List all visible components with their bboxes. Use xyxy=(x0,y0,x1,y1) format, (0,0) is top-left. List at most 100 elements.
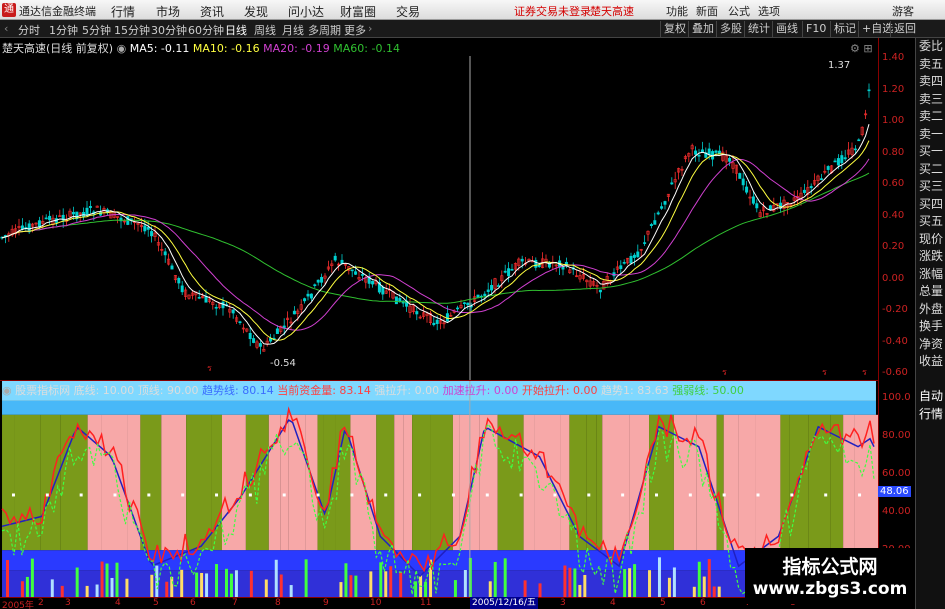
candle-body xyxy=(170,265,174,270)
btn-biaoji[interactable]: 标记 xyxy=(830,21,859,37)
midline-dot xyxy=(722,493,726,497)
signal-bar xyxy=(224,568,228,597)
period-weekly[interactable]: 周线 xyxy=(254,22,276,38)
midline-dot xyxy=(384,493,388,497)
side-item-4[interactable]: 卖二 xyxy=(916,108,945,126)
indicator-name[interactable]: 股票指标网 xyxy=(15,384,70,397)
signal-bar xyxy=(697,561,701,597)
signal-bar xyxy=(623,569,627,597)
zone-block xyxy=(305,414,318,551)
menu-xuanxiang[interactable]: 选项 xyxy=(758,3,780,19)
side-item-12[interactable]: 涨跌 xyxy=(916,248,945,266)
candle-body xyxy=(728,157,732,162)
menu-wenxiaoda[interactable]: 问小达 xyxy=(288,3,324,20)
period-15min[interactable]: 15分钟 xyxy=(114,22,150,38)
candle-body xyxy=(306,293,310,297)
side-item-5[interactable]: 卖一 xyxy=(916,126,945,144)
menu-gongneng[interactable]: 功能 xyxy=(666,3,688,19)
btn-fanhui[interactable]: 返回 xyxy=(890,21,919,37)
candle-body xyxy=(313,284,317,286)
period-fenshi[interactable]: 分时 xyxy=(18,22,40,38)
side-item-6[interactable]: 买一 xyxy=(916,143,945,161)
side-item-21[interactable]: 行情 xyxy=(916,406,945,424)
side-item-15[interactable]: 外盘 xyxy=(916,301,945,319)
watermark-line2: www.zbgs3.com xyxy=(752,579,908,599)
toolbar-back-icon[interactable]: ‹ xyxy=(4,22,8,35)
candles-group xyxy=(0,83,871,355)
candle-body xyxy=(507,268,511,277)
midline-dot xyxy=(485,493,489,497)
side-item-9[interactable]: 买四 xyxy=(916,196,945,214)
side-item-18[interactable]: 收益 xyxy=(916,353,945,371)
kline-chart[interactable]: 1.37 -0.54 ร ร ร ร xyxy=(0,38,878,380)
btn-f10[interactable]: F10 xyxy=(802,21,829,37)
btn-huaxian[interactable]: 画线 xyxy=(772,21,801,37)
menu-faxian[interactable]: 发现 xyxy=(244,3,268,20)
date-tick: 6 xyxy=(700,598,706,608)
candle-body xyxy=(826,166,830,170)
side-item-13[interactable]: 涨幅 xyxy=(916,266,945,284)
side-item-8[interactable]: 买三 xyxy=(916,178,945,196)
indicator-circle-icon[interactable]: ◉ xyxy=(2,384,12,397)
date-tick: 10 xyxy=(370,598,382,608)
signal-bar xyxy=(115,562,119,597)
period-30min[interactable]: 30分钟 xyxy=(151,22,187,38)
btn-duogu[interactable]: 多股 xyxy=(716,21,745,37)
zone-block xyxy=(430,414,453,551)
side-item-14[interactable]: 总量 xyxy=(916,283,945,301)
date-tick: 5 xyxy=(660,598,666,608)
signal-bar xyxy=(672,567,676,597)
period-daily[interactable]: 日线 xyxy=(225,22,247,38)
menu-caifuquan[interactable]: 财富圈 xyxy=(340,3,376,20)
candle-body xyxy=(275,328,279,334)
side-item-2[interactable]: 卖四 xyxy=(916,73,945,91)
period-1min[interactable]: 1分钟 xyxy=(49,22,78,38)
signal-bar xyxy=(339,582,343,597)
side-item-1[interactable]: 卖五 xyxy=(916,56,945,74)
btn-tongji[interactable]: 统计 xyxy=(744,21,773,37)
menu-shichang[interactable]: 市场 xyxy=(156,3,180,20)
menu-xinmian[interactable]: 新面 xyxy=(696,3,718,19)
midline-dot xyxy=(418,493,422,497)
period-5min[interactable]: 5分钟 xyxy=(82,22,111,38)
candle-body xyxy=(520,258,524,262)
indicator-item-2: 趋势线: 80.14 xyxy=(202,384,278,397)
side-item-16[interactable]: 换手 xyxy=(916,318,945,336)
side-item-20[interactable]: 自动 xyxy=(916,388,945,406)
side-item-3[interactable]: 卖三 xyxy=(916,91,945,109)
candle-body xyxy=(44,217,48,220)
btn-fuquan[interactable]: 复权 xyxy=(660,21,689,37)
candle-body xyxy=(309,293,313,299)
period-multi[interactable]: 多周期 xyxy=(308,22,341,38)
zone-block xyxy=(602,414,630,551)
menu-hangqing[interactable]: 行情 xyxy=(111,3,135,20)
user-label[interactable]: 游客 xyxy=(892,3,914,19)
side-item-10[interactable]: 买五 xyxy=(916,213,945,231)
price-tick: 0.60 xyxy=(882,178,905,189)
candle-body xyxy=(354,271,358,275)
chart-settings-icons[interactable]: ⚙ ⊞ xyxy=(850,42,873,55)
login-warning[interactable]: 证券交易未登录 xyxy=(514,3,591,19)
side-item-11[interactable]: 现价 xyxy=(916,231,945,249)
side-item-7[interactable]: 买二 xyxy=(916,161,945,179)
info-circle-icon[interactable]: ◉ xyxy=(117,42,127,55)
btn-diejia[interactable]: 叠加 xyxy=(688,21,717,37)
indicator-item-3: 当前资金量: 83.14 xyxy=(277,384,375,397)
side-item-0[interactable]: 委比 xyxy=(916,38,945,56)
signal-bar xyxy=(488,581,492,597)
more-chevron-icon[interactable]: › xyxy=(368,22,372,35)
side-item-19[interactable] xyxy=(916,371,945,389)
menu-jiaoyi[interactable]: 交易 xyxy=(396,3,420,20)
signal-bar xyxy=(573,568,577,597)
signal-bar xyxy=(633,564,637,597)
period-60min[interactable]: 60分钟 xyxy=(188,22,224,38)
period-monthly[interactable]: 月线 xyxy=(282,22,304,38)
stock-name: 楚天高速 xyxy=(590,5,634,18)
side-item-17[interactable]: 净资 xyxy=(916,336,945,354)
signal-bar xyxy=(389,566,393,597)
menu-zixun[interactable]: 资讯 xyxy=(200,3,224,20)
menu-gongshi[interactable]: 公式 xyxy=(728,3,750,19)
candle-body xyxy=(840,155,844,164)
period-more[interactable]: 更多 xyxy=(344,22,366,38)
signal-bar xyxy=(105,563,109,597)
